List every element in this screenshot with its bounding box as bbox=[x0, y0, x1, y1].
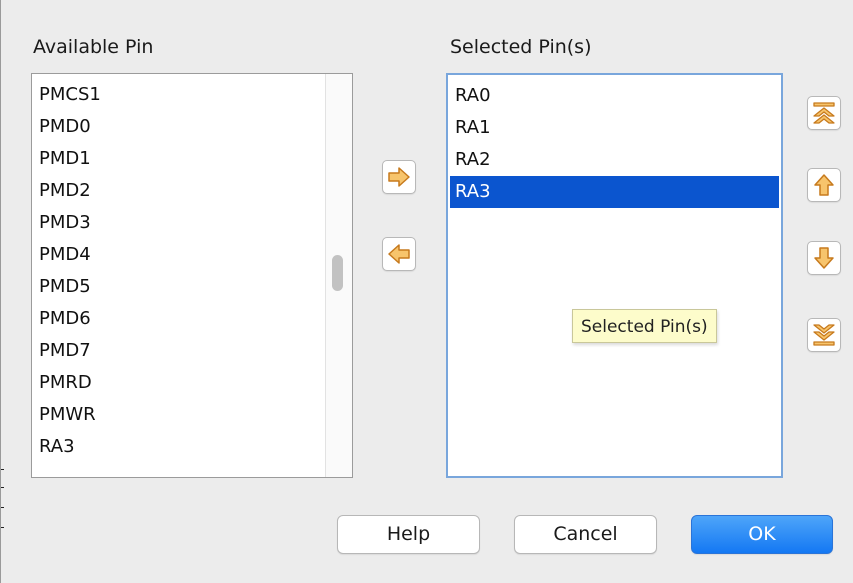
selected-pin-item[interactable]: RA2 bbox=[450, 144, 779, 176]
available-pin-title: Available Pin bbox=[33, 36, 154, 58]
available-pin-item[interactable]: PMD0 bbox=[39, 111, 91, 143]
window-edge-mark bbox=[1, 527, 4, 528]
available-pin-item[interactable]: PMRD bbox=[39, 367, 92, 399]
available-pin-item[interactable]: PMD5 bbox=[39, 271, 91, 303]
available-pin-item[interactable]: PMD1 bbox=[39, 143, 91, 175]
selected-pin-item-highlighted[interactable]: RA3 bbox=[450, 176, 779, 208]
move-to-bottom-icon bbox=[813, 324, 835, 346]
available-pin-item[interactable]: PMD7 bbox=[39, 335, 91, 367]
available-pin-item[interactable]: PMD2 bbox=[39, 175, 91, 207]
available-list-scroll-thumb[interactable] bbox=[332, 255, 343, 291]
selected-pin-list[interactable]: RA0 RA1 RA2 RA3 bbox=[446, 73, 783, 478]
ok-button[interactable]: OK bbox=[691, 515, 833, 554]
selected-pins-tooltip: Selected Pin(s) bbox=[572, 309, 717, 343]
window-edge-mark bbox=[1, 487, 4, 488]
selected-pin-item[interactable]: RA1 bbox=[450, 112, 779, 144]
window-edge-mark bbox=[1, 469, 4, 470]
pin-selection-dialog: Available Pin Selected Pin(s) PMCS1 PMD0 P… bbox=[0, 0, 853, 583]
arrow-right-icon bbox=[388, 167, 410, 187]
arrow-up-icon bbox=[814, 174, 834, 196]
available-pin-item[interactable]: PMWR bbox=[39, 399, 96, 431]
available-pin-item[interactable]: PMD4 bbox=[39, 239, 91, 271]
available-pin-item[interactable]: PMD6 bbox=[39, 303, 91, 335]
help-button[interactable]: Help bbox=[337, 515, 480, 554]
move-down-button[interactable] bbox=[807, 241, 841, 275]
arrow-down-icon bbox=[814, 247, 834, 269]
add-pin-button[interactable] bbox=[382, 160, 416, 194]
selected-pins-title: Selected Pin(s) bbox=[450, 36, 592, 58]
move-to-top-icon bbox=[813, 102, 835, 124]
window-edge-mark bbox=[1, 507, 4, 508]
remove-pin-button[interactable] bbox=[382, 237, 416, 271]
cancel-button[interactable]: Cancel bbox=[514, 515, 657, 554]
move-to-bottom-button[interactable] bbox=[807, 318, 841, 352]
selected-pin-item[interactable]: RA0 bbox=[450, 80, 779, 112]
available-pin-item[interactable]: PMCS1 bbox=[39, 79, 101, 111]
move-to-top-button[interactable] bbox=[807, 96, 841, 130]
available-pin-item[interactable]: PMD3 bbox=[39, 207, 91, 239]
available-pin-item[interactable]: RA3 bbox=[39, 431, 75, 463]
move-up-button[interactable] bbox=[807, 168, 841, 202]
available-list-scrollbar[interactable] bbox=[325, 74, 352, 477]
available-pin-list[interactable]: PMCS1 PMD0 PMD1 PMD2 PMD3 PMD4 PMD5 PMD6 PMD7 PMR… bbox=[31, 73, 353, 478]
arrow-left-icon bbox=[388, 244, 410, 264]
